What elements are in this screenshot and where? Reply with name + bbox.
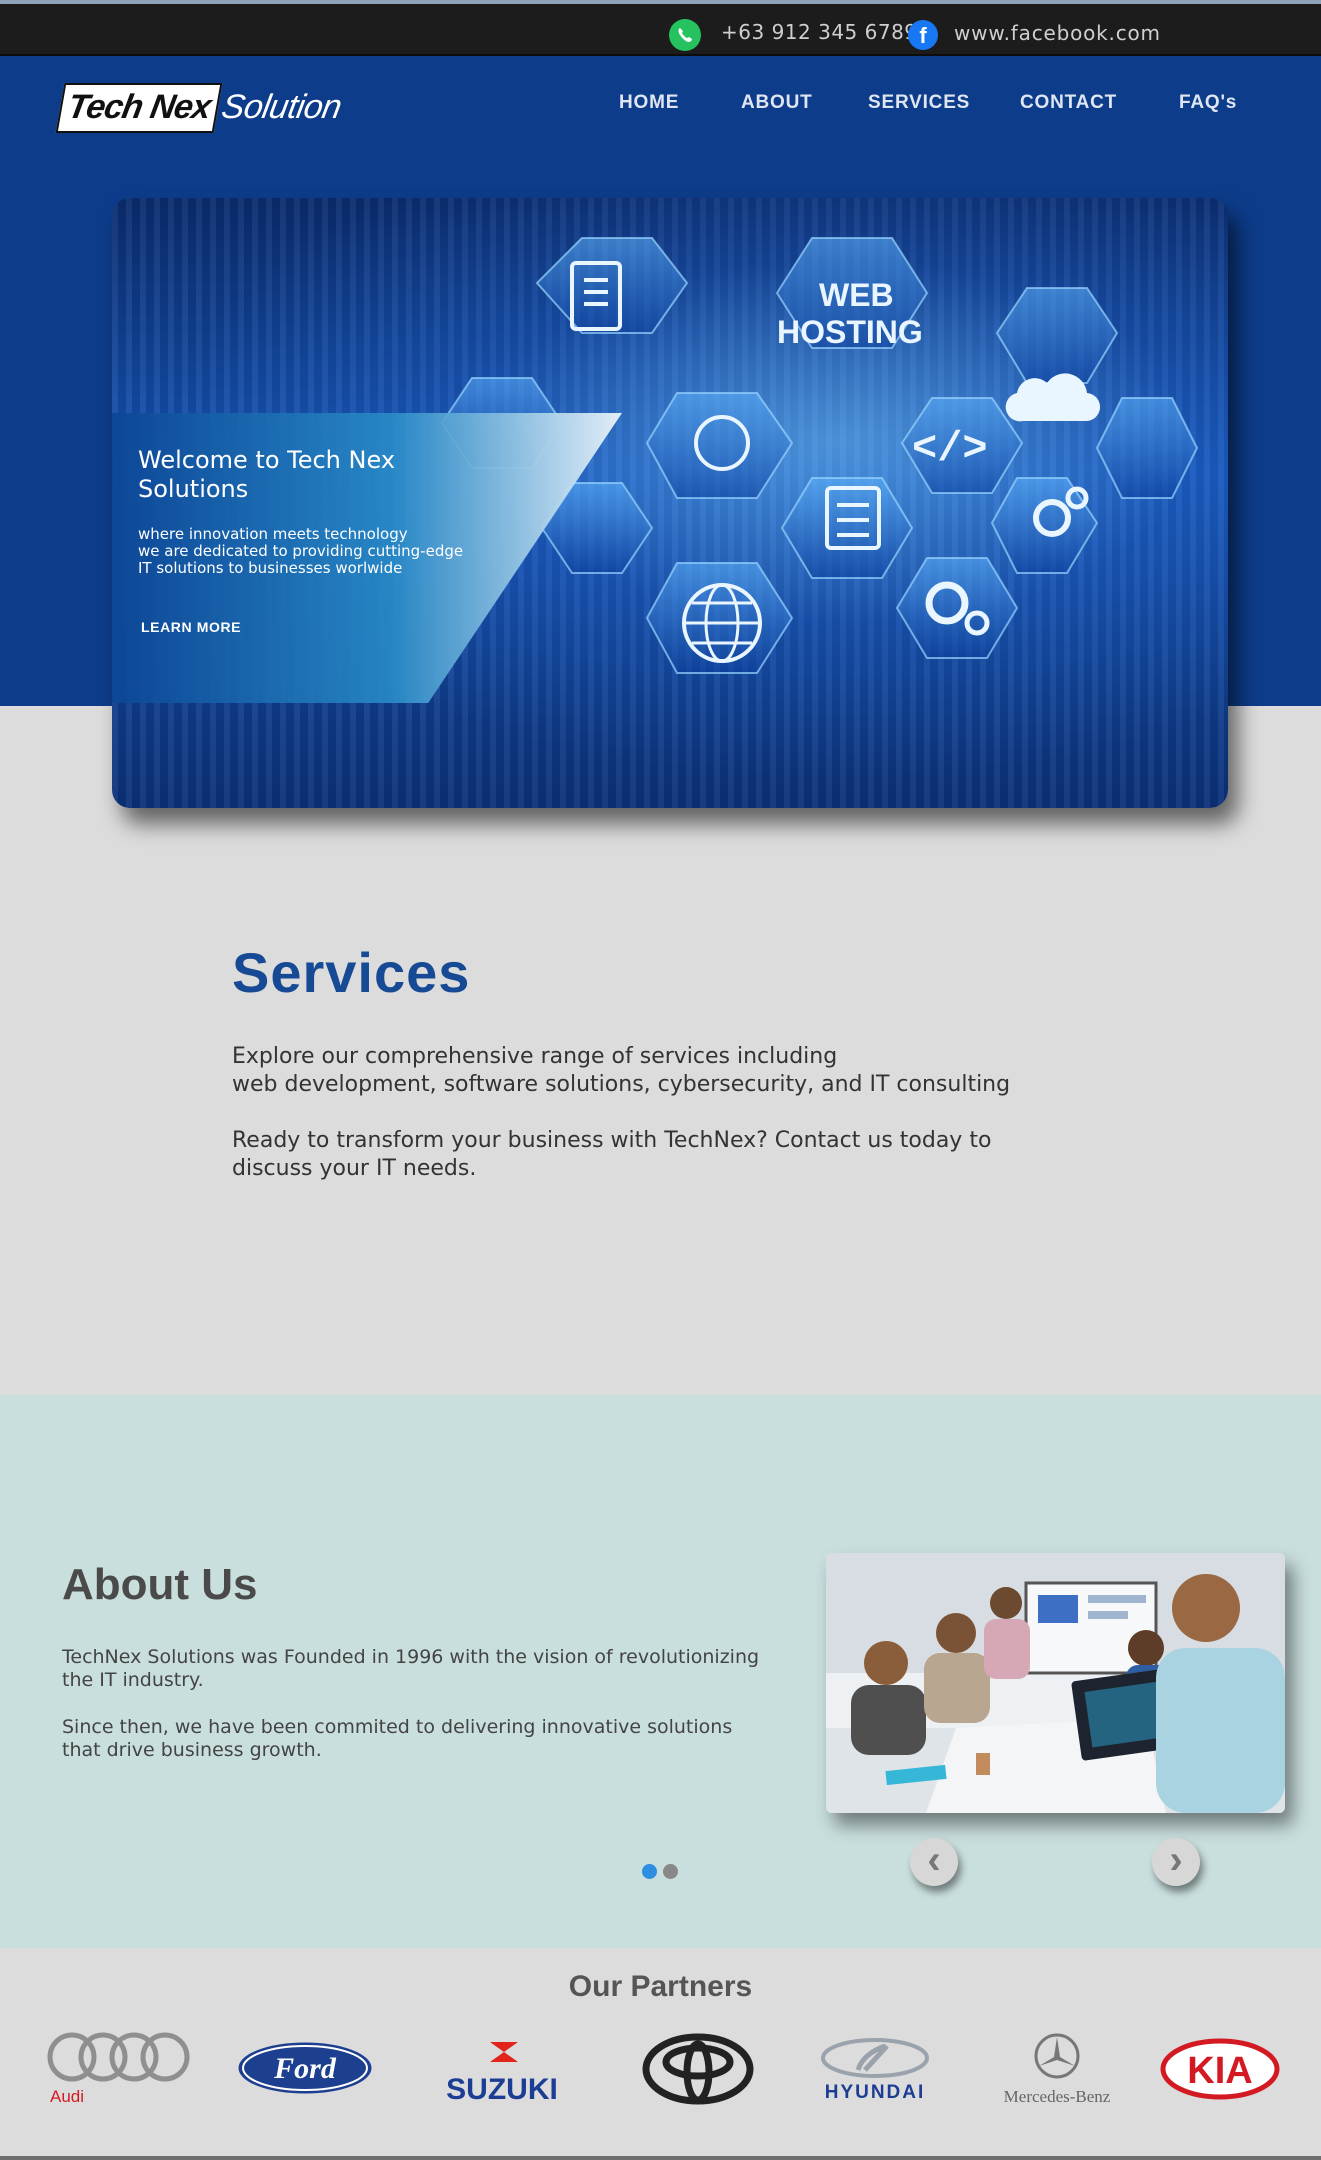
svg-text:Mercedes-Benz: Mercedes-Benz: [1004, 2087, 1111, 2106]
hero-subtitle: where innovation meets technology we are…: [138, 525, 464, 577]
nav-services[interactable]: SERVICES: [868, 92, 970, 114]
hero-banner: WEB HOSTING </> Welcome to Tech Nex Solu…: [112, 198, 1228, 808]
carousel-dot-2[interactable]: [663, 1864, 678, 1879]
phone-number[interactable]: +63 912 345 6789: [721, 20, 918, 44]
nav-faqs[interactable]: FAQ's: [1179, 92, 1237, 114]
svg-text:HYUNDAI: HYUNDAI: [825, 2082, 926, 2103]
hero-title: Welcome to Tech Nex Solutions: [138, 446, 396, 503]
top-contact-bar: +63 912 345 6789 f www.facebook.com: [0, 0, 1321, 56]
nav-about[interactable]: ABOUT: [741, 92, 813, 114]
about-title: About Us: [62, 1560, 258, 1609]
partner-logo-audi: Audi: [44, 2028, 194, 2108]
learn-more-button[interactable]: LEARN MORE: [141, 619, 241, 635]
svg-text:Ford: Ford: [273, 2052, 337, 2085]
nav-contact[interactable]: CONTACT: [1020, 92, 1117, 114]
carousel-dot-1[interactable]: [642, 1864, 657, 1879]
chevron-left-icon[interactable]: ‹: [910, 1838, 958, 1886]
facebook-link[interactable]: www.facebook.com: [954, 21, 1161, 45]
svg-text:Audi: Audi: [50, 2087, 84, 2106]
about-team-photo: [826, 1553, 1285, 1813]
services-cta-text: Ready to transform your business with Te…: [232, 1128, 992, 1181]
partner-logo-hyundai: HYUNDAI: [803, 2036, 953, 2106]
facebook-icon[interactable]: f: [908, 20, 938, 50]
chevron-right-icon[interactable]: ›: [1152, 1838, 1200, 1886]
partners-title: Our Partners: [568, 1970, 753, 2003]
main-nav: HOME ABOUT SERVICES CONTACT FAQ's: [0, 92, 1321, 122]
about-paragraph-2: Since then, we have been commited to del…: [62, 1716, 733, 1761]
partner-logo-kia: KIA: [1160, 2038, 1280, 2100]
bottom-border: [0, 2156, 1321, 2160]
partner-logo-mercedes: Mercedes-Benz: [984, 2030, 1134, 2110]
partner-logo-ford: Ford: [237, 2040, 373, 2096]
web-label: WEB: [819, 277, 894, 313]
services-description: Explore our comprehensive range of servi…: [232, 1044, 1011, 1097]
hosting-label: HOSTING: [777, 314, 923, 350]
partner-logo-suzuki: SUZUKI: [420, 2040, 585, 2106]
about-paragraph-1: TechNex Solutions was Founded in 1996 wi…: [62, 1646, 760, 1691]
nav-home[interactable]: HOME: [619, 92, 679, 114]
whatsapp-icon[interactable]: [669, 19, 701, 51]
carousel-dots: [642, 1864, 684, 1883]
services-title: Services: [232, 941, 471, 1004]
svg-text:</>: </>: [912, 425, 988, 473]
svg-text:SUZUKI: SUZUKI: [446, 2073, 558, 2104]
partner-logo-toyota: [640, 2032, 756, 2106]
svg-text:KIA: KIA: [1187, 2050, 1252, 2092]
